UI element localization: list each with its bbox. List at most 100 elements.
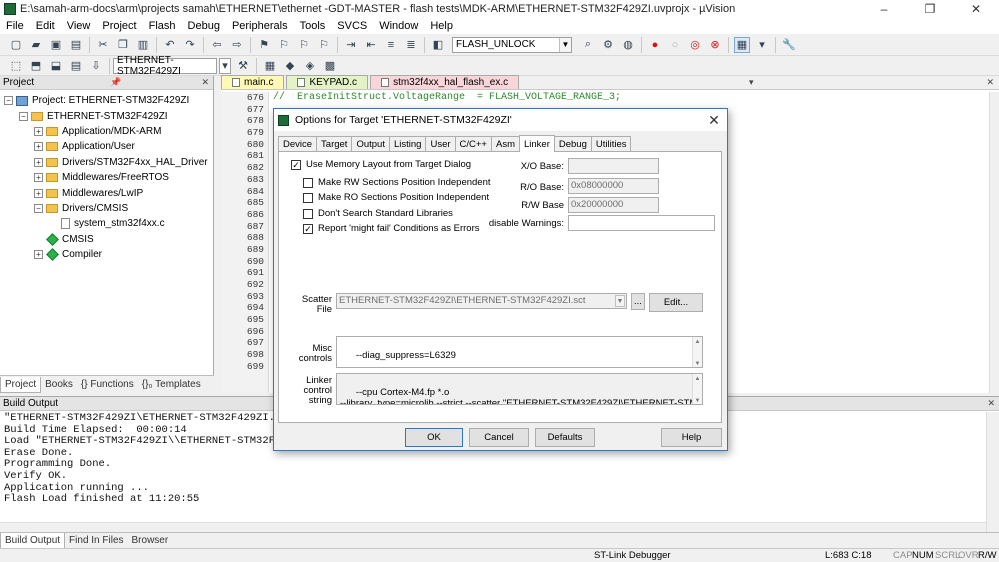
indent-icon[interactable]: ⇥ [343, 37, 359, 53]
minimize-button[interactable]: – [861, 0, 907, 17]
build-icon[interactable]: ⬒ [28, 58, 44, 74]
browse-scatter-button[interactable]: ... [631, 293, 645, 310]
collapse-icon[interactable]: − [34, 203, 43, 213]
dialog-close-button[interactable]: ✕ [701, 112, 727, 129]
dialog-tab-output[interactable]: Output [351, 136, 390, 151]
unindent-icon[interactable]: ⇤ [363, 37, 379, 53]
tab-keypad-c[interactable]: KEYPAD.c [286, 75, 369, 89]
tree-item[interactable]: − ETHERNET-STM32F429ZI [0, 108, 213, 123]
redo-icon[interactable]: ↷ [182, 37, 198, 53]
collapse-icon[interactable]: − [4, 96, 13, 106]
misc-controls-field[interactable]: --diag_suppress=L6329 ▲ ▼ [336, 336, 703, 368]
open-folder-icon[interactable]: ▰ [28, 37, 44, 53]
editor-scrollbar[interactable] [989, 92, 999, 393]
checkbox-ro-position-independent[interactable]: Make RO Sections Position Independent [303, 192, 489, 203]
download-icon[interactable]: ⇩ [88, 58, 104, 74]
select-software-packs-icon[interactable]: ◈ [302, 58, 318, 74]
menu-debug[interactable]: Debug [182, 20, 226, 32]
menu-flash[interactable]: Flash [143, 20, 182, 32]
cancel-button[interactable]: Cancel [469, 428, 529, 447]
tree-item[interactable]: + Middlewares/LwIP [0, 185, 213, 200]
checkbox-box[interactable] [303, 192, 313, 203]
save-all-icon[interactable]: ▤ [68, 37, 84, 53]
expand-icon[interactable]: + [34, 126, 43, 136]
tree-item[interactable]: + Application/MDK-ARM [0, 124, 213, 139]
chevron-down-icon[interactable]: ▼ [615, 295, 625, 307]
tab-find-in-files[interactable]: Find In Files [65, 533, 127, 549]
rebuild-icon[interactable]: ⬓ [48, 58, 64, 74]
checkbox-box[interactable] [303, 177, 313, 188]
close-tab-icon[interactable]: ✕ [981, 77, 999, 88]
expand-icon[interactable]: + [34, 188, 43, 198]
next-bookmark-icon[interactable]: ⚐ [296, 37, 312, 53]
prev-bookmark-icon[interactable]: ⚐ [276, 37, 292, 53]
checkbox-use-memory-layout[interactable]: ✓ Use Memory Layout from Target Dialog [291, 159, 471, 170]
uncomment-icon[interactable]: ≣ [403, 37, 419, 53]
tree-item[interactable]: + Application/User [0, 139, 213, 154]
find-combo[interactable]: FLASH_UNLOCK ▼ [452, 36, 572, 53]
clear-bookmarks-icon[interactable]: ⚐ [316, 37, 332, 53]
dialog-tab-debug[interactable]: Debug [553, 136, 592, 151]
checkbox-rw-position-independent[interactable]: Make RW Sections Position Independent [303, 177, 491, 188]
dialog-tab-linker[interactable]: Linker [518, 135, 555, 152]
ok-button[interactable]: OK [405, 428, 463, 447]
tree-item[interactable]: + Middlewares/FreeRTOS [0, 170, 213, 185]
tab-build-output[interactable]: Build Output [0, 532, 66, 549]
linker-control-string-field[interactable]: --cpu Cortex-M4.fp *.o --library_type=mi… [336, 373, 703, 405]
dialog-tab-c-c-[interactable]: C/C++ [454, 136, 492, 151]
checkbox-dont-search-std-libs[interactable]: Don't Search Standard Libraries [303, 208, 453, 219]
dialog-tab-user[interactable]: User [425, 136, 456, 151]
tab-functions[interactable]: {} Functions [77, 377, 138, 393]
tree-item[interactable]: CMSIS [0, 232, 213, 247]
menu-project[interactable]: Project [96, 20, 142, 32]
cut-icon[interactable]: ✂ [95, 37, 111, 53]
checkbox-box[interactable]: ✓ [291, 159, 301, 170]
menu-file[interactable]: File [0, 20, 30, 32]
target-combo[interactable]: ETHERNET-STM32F429ZI [113, 55, 217, 77]
navigate-forward-icon[interactable]: ⇨ [229, 37, 245, 53]
undo-icon[interactable]: ↶ [162, 37, 178, 53]
build-output-hscrollbar[interactable] [0, 522, 986, 532]
close-pane-icon[interactable]: ✕ [983, 398, 999, 409]
target-options-icon[interactable]: ⚒ [235, 58, 251, 74]
tree-item[interactable]: − Project: ETHERNET-STM32F429ZI [0, 93, 213, 108]
defaults-button[interactable]: Defaults [535, 428, 595, 447]
translate-icon[interactable]: ⬚ [8, 58, 24, 74]
dialog-tab-utilities[interactable]: Utilities [590, 136, 632, 151]
chevron-down-icon[interactable]: ▼ [559, 37, 571, 52]
find-icon[interactable]: ⌕ [580, 37, 596, 53]
insert-breakpoint-icon[interactable]: ● [647, 37, 663, 53]
menu-svcs[interactable]: SVCS [331, 20, 373, 32]
tab-templates[interactable]: {}₀ Templates [138, 377, 205, 393]
menu-window[interactable]: Window [373, 20, 424, 32]
copy-icon[interactable]: ❐ [115, 37, 131, 53]
build-output-scrollbar[interactable] [986, 412, 999, 532]
kill-breakpoints-icon[interactable]: ⊗ [707, 37, 723, 53]
batch-build-icon[interactable]: ▤ [68, 58, 84, 74]
expand-icon[interactable]: + [34, 142, 43, 152]
save-icon[interactable]: ▣ [48, 37, 64, 53]
navigate-back-icon[interactable]: ⇦ [209, 37, 225, 53]
comment-icon[interactable]: ≡ [383, 37, 399, 53]
dialog-tab-target[interactable]: Target [316, 136, 353, 151]
incremental-find-icon[interactable]: ⚙ [600, 37, 616, 53]
close-window-button[interactable]: ✕ [953, 0, 999, 17]
bookmark-icon[interactable]: ⚑ [256, 37, 272, 53]
scatter-file-combo[interactable]: ETHERNET-STM32F429ZI\ETHERNET-STM32F429Z… [336, 293, 627, 309]
pack-installer-icon[interactable]: ◆ [282, 58, 298, 74]
tab-flash-ex-c[interactable]: stm32f4xx_hal_flash_ex.c [370, 75, 520, 89]
disable-warnings-field[interactable] [568, 215, 715, 231]
ro-base-field[interactable]: 0x08000000 [568, 178, 659, 194]
enable-breakpoint-icon[interactable]: ○ [667, 37, 683, 53]
expand-icon[interactable]: + [34, 173, 43, 183]
dialog-tab-listing[interactable]: Listing [388, 136, 427, 151]
restore-button[interactable]: ❐ [907, 0, 953, 17]
manage-components-icon[interactable]: ▦ [262, 58, 278, 74]
run-time-environment-icon[interactable]: ▩ [322, 58, 338, 74]
rw-base-field[interactable]: 0x20000000 [568, 197, 659, 213]
menu-peripherals[interactable]: Peripherals [226, 20, 294, 32]
help-button[interactable]: Help [661, 428, 722, 447]
window-layout-icon[interactable]: ▦ [734, 36, 750, 53]
new-file-icon[interactable]: ▢ [8, 37, 24, 53]
tree-item[interactable]: + Compiler [0, 247, 213, 262]
